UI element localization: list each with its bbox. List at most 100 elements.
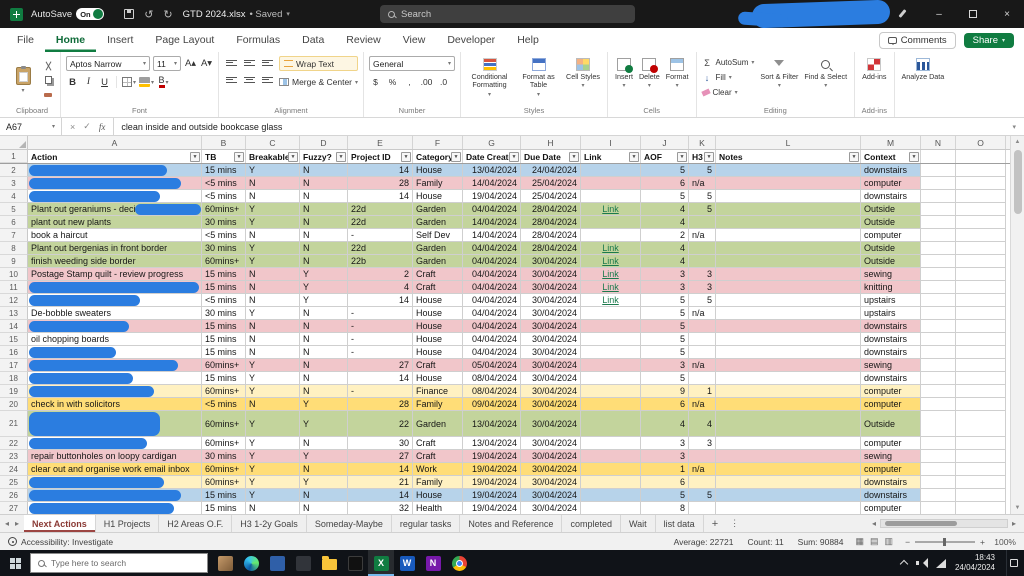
- cell-F3[interactable]: Family: [413, 177, 463, 190]
- cell-J24[interactable]: 1: [641, 463, 689, 476]
- cell-D5[interactable]: N: [300, 203, 348, 216]
- cell-C19[interactable]: Y: [246, 385, 300, 398]
- cell-J10[interactable]: 3: [641, 268, 689, 281]
- cell-O22[interactable]: [956, 437, 1006, 450]
- column-letter-e[interactable]: E: [348, 136, 413, 149]
- cell-B5[interactable]: 60mins+: [202, 203, 246, 216]
- taskbar-photo-icon[interactable]: [212, 550, 238, 576]
- column-letter-l[interactable]: L: [716, 136, 861, 149]
- cell-L5[interactable]: [716, 203, 861, 216]
- cell-I22[interactable]: [581, 437, 641, 450]
- cell-D24[interactable]: N: [300, 463, 348, 476]
- sheet-tab-someday-maybe[interactable]: Someday-Maybe: [307, 515, 392, 532]
- row-number[interactable]: 9: [0, 255, 28, 268]
- cell-M25[interactable]: downstairs: [861, 476, 921, 489]
- cell-O9[interactable]: [956, 255, 1006, 268]
- cell-E27[interactable]: 32: [348, 502, 413, 514]
- format-painter-button[interactable]: [41, 88, 55, 101]
- filter-button[interactable]: ▾: [704, 152, 714, 162]
- cell-C24[interactable]: Y: [246, 463, 300, 476]
- cell-E19[interactable]: -: [348, 385, 413, 398]
- number-decrease-decimal-button[interactable]: .0: [437, 75, 450, 88]
- cell-E15[interactable]: -: [348, 333, 413, 346]
- row-number[interactable]: 4: [0, 190, 28, 203]
- sheet-tab-list-data[interactable]: list data: [656, 515, 704, 532]
- cell-I19[interactable]: [581, 385, 641, 398]
- row-number[interactable]: 13: [0, 307, 28, 320]
- column-letter-m[interactable]: M: [861, 136, 921, 149]
- cell-D21[interactable]: Y: [300, 411, 348, 437]
- cell-F7[interactable]: Self Dev: [413, 229, 463, 242]
- filter-button[interactable]: ▾: [509, 152, 519, 162]
- row-number[interactable]: 26: [0, 489, 28, 502]
- cell-O13[interactable]: [956, 307, 1006, 320]
- zoom-slider[interactable]: [915, 541, 975, 543]
- filter-button[interactable]: ▾: [849, 152, 859, 162]
- align-middle-button[interactable]: [242, 56, 257, 69]
- align-left-button[interactable]: [224, 73, 239, 86]
- cell-G25[interactable]: 19/04/2024: [463, 476, 521, 489]
- taskbar-word-icon[interactable]: W: [394, 550, 420, 576]
- sheet-tab-wait[interactable]: Wait: [621, 515, 656, 532]
- start-button[interactable]: [0, 550, 30, 576]
- taskbar-excel-icon[interactable]: X: [368, 550, 394, 576]
- cell-B8[interactable]: 30 mins: [202, 242, 246, 255]
- cell-O18[interactable]: [956, 372, 1006, 385]
- cell-H9[interactable]: 30/04/2024: [521, 255, 581, 268]
- cell-M9[interactable]: Outside: [861, 255, 921, 268]
- cells-delete-button[interactable]: Delete▾: [637, 56, 662, 92]
- cell-E26[interactable]: 14: [348, 489, 413, 502]
- cell-N21[interactable]: [921, 411, 956, 437]
- number-comma-button[interactable]: ,: [403, 75, 416, 88]
- cell-M22[interactable]: computer: [861, 437, 921, 450]
- cell-M21[interactable]: Outside: [861, 411, 921, 437]
- cell-O24[interactable]: [956, 463, 1006, 476]
- cell-D2[interactable]: N: [300, 164, 348, 177]
- cell-B20[interactable]: <5 mins: [202, 398, 246, 411]
- cell-J25[interactable]: 6: [641, 476, 689, 489]
- document-title[interactable]: GTD 2024.xlsx • Saved ▾: [183, 9, 290, 20]
- cell-E24[interactable]: 14: [348, 463, 413, 476]
- formula-input[interactable]: clean inside and outside bookcase glass: [114, 122, 1012, 132]
- sheet-tab-notes-and-reference[interactable]: Notes and Reference: [460, 515, 562, 532]
- row-number[interactable]: 8: [0, 242, 28, 255]
- cell-O7[interactable]: [956, 229, 1006, 242]
- cell-J8[interactable]: 4: [641, 242, 689, 255]
- cell-C25[interactable]: Y: [246, 476, 300, 489]
- ribbon-tab-data[interactable]: Data: [291, 28, 335, 52]
- cell-C17[interactable]: Y: [246, 359, 300, 372]
- sheet-tab-h2-areas-o-f[interactable]: H2 Areas O.F.: [159, 515, 232, 532]
- cell-I15[interactable]: [581, 333, 641, 346]
- cell-D26[interactable]: N: [300, 489, 348, 502]
- cell-C13[interactable]: Y: [246, 307, 300, 320]
- cell-N9[interactable]: [921, 255, 956, 268]
- cell-E3[interactable]: 28: [348, 177, 413, 190]
- cell-N4[interactable]: [921, 190, 956, 203]
- cell-N23[interactable]: [921, 450, 956, 463]
- cell-D4[interactable]: N: [300, 190, 348, 203]
- borders-button[interactable]: ▾: [122, 75, 136, 89]
- cell-F20[interactable]: Family: [413, 398, 463, 411]
- cell-K19[interactable]: 1: [689, 385, 716, 398]
- cell-D19[interactable]: N: [300, 385, 348, 398]
- cell-C5[interactable]: Y: [246, 203, 300, 216]
- cell-M5[interactable]: Outside: [861, 203, 921, 216]
- scroll-down-icon[interactable]: ▼: [1015, 502, 1021, 514]
- column-header-notes[interactable]: Notes▾: [716, 150, 861, 163]
- cell-K11[interactable]: 3: [689, 281, 716, 294]
- cell-N27[interactable]: [921, 502, 956, 514]
- cell-O3[interactable]: [956, 177, 1006, 190]
- cell-F22[interactable]: Craft: [413, 437, 463, 450]
- decrease-font-size-button[interactable]: A▾: [200, 57, 213, 71]
- merge-center-button[interactable]: Merge & Center ▾: [279, 75, 358, 89]
- scroll-up-icon[interactable]: ▲: [1015, 136, 1021, 148]
- cell-I10[interactable]: Link: [581, 268, 641, 281]
- copy-button[interactable]: [41, 74, 55, 87]
- cell-D14[interactable]: N: [300, 320, 348, 333]
- cell-L2[interactable]: [716, 164, 861, 177]
- cell-B26[interactable]: 15 mins: [202, 489, 246, 502]
- cell-J7[interactable]: 2: [641, 229, 689, 242]
- cell-E21[interactable]: 22: [348, 411, 413, 437]
- cell-I2[interactable]: [581, 164, 641, 177]
- cell-B27[interactable]: 15 mins: [202, 502, 246, 514]
